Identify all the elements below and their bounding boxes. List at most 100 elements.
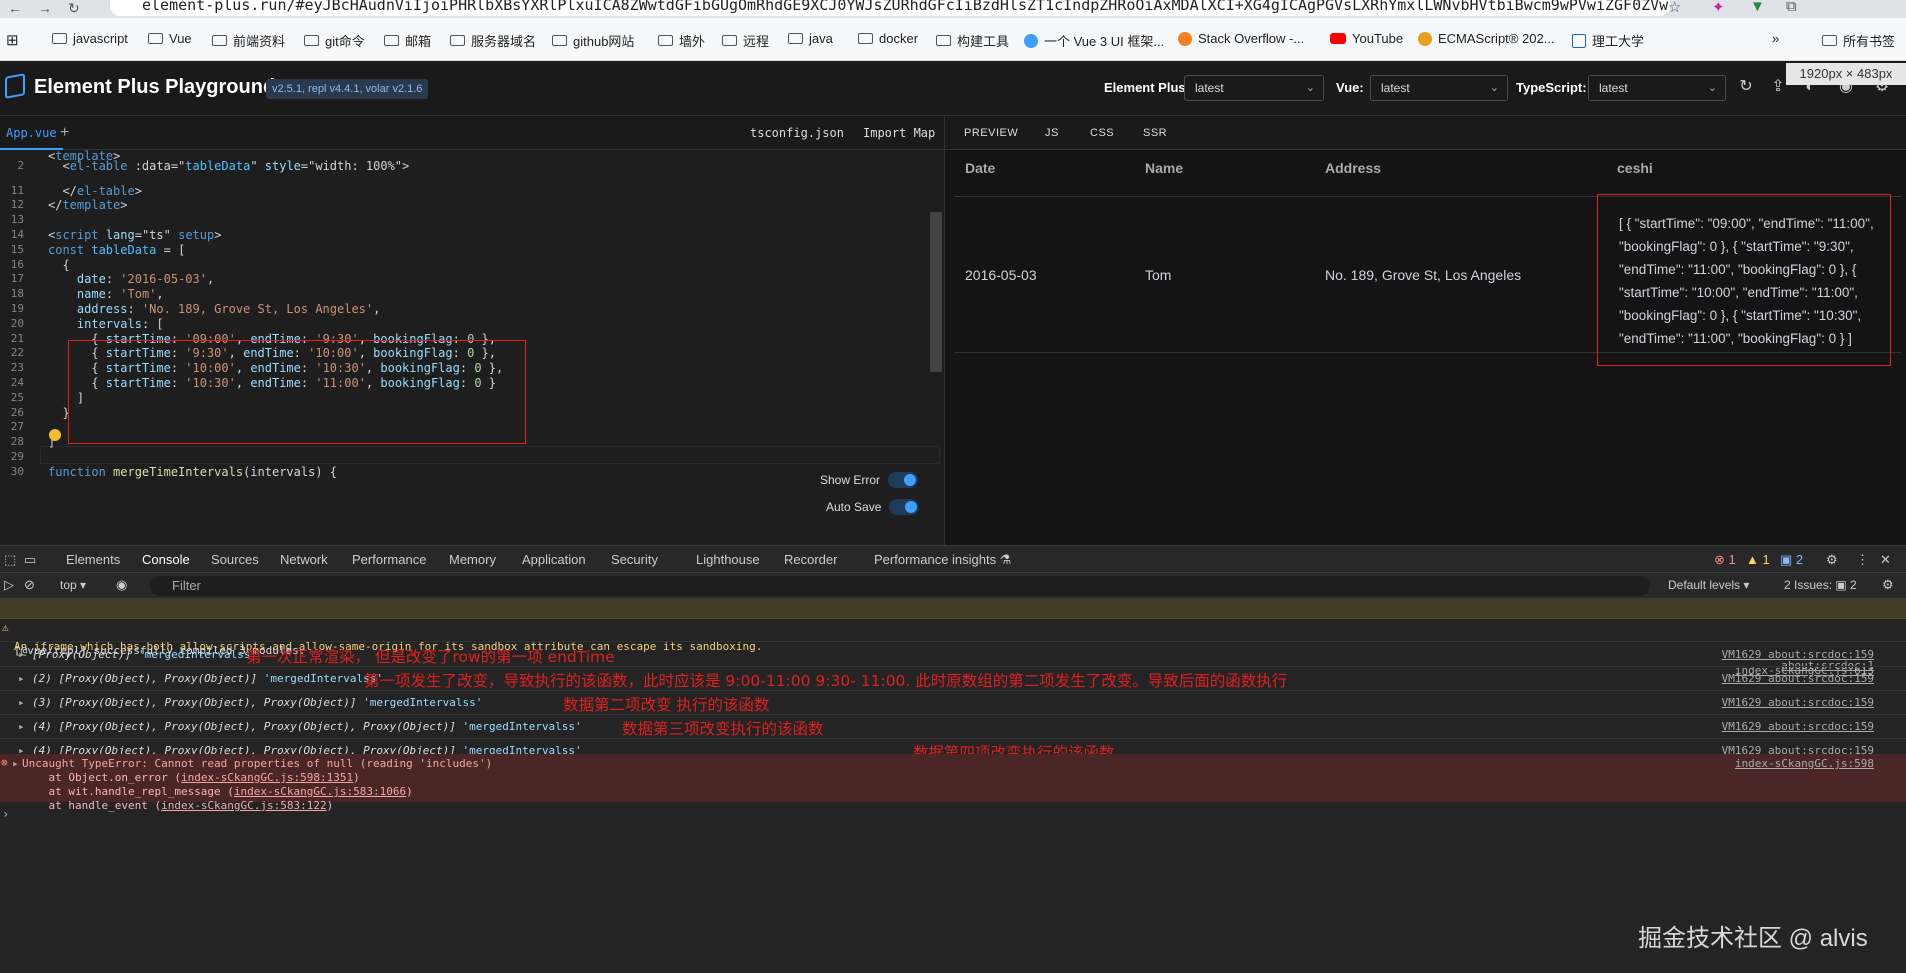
clear-console-icon[interactable]: ⊘	[24, 577, 35, 593]
typescript-version-select[interactable]: latest ⌄	[1588, 75, 1726, 101]
tab-preview[interactable]: PREVIEW	[958, 116, 1025, 152]
expand-arrow-icon[interactable]: ▸	[12, 757, 19, 770]
devtools-tab-memory[interactable]: Memory	[449, 546, 496, 573]
expand-arrow-icon[interactable]: ▸	[18, 643, 25, 667]
annotation-note: 数据第二项改变 执行的该函数	[563, 696, 770, 714]
close-icon[interactable]: ✕	[1880, 552, 1891, 568]
forward-icon[interactable]: →	[38, 0, 52, 16]
bookmark-link[interactable]: ECMAScript® 202...	[1418, 31, 1555, 46]
bookmark-folder[interactable]: javascript	[52, 31, 128, 46]
element-plus-version-select[interactable]: latest ⌄	[1184, 75, 1324, 101]
eye-icon[interactable]: ◉	[116, 577, 127, 593]
vue-version-select[interactable]: latest ⌄	[1370, 75, 1508, 101]
extension-icon[interactable]: ▼	[1750, 0, 1765, 15]
log-object[interactable]: (4) [Proxy(Object), Proxy(Object), Proxy…	[32, 715, 582, 739]
warning-count[interactable]: ▲ 1	[1746, 552, 1770, 567]
sidebar-toggle-icon[interactable]: ▷	[4, 577, 14, 593]
console-output: ⚠ An iframe which has both allow-scripts…	[0, 599, 1906, 973]
expand-arrow-icon[interactable]: ▸	[18, 667, 25, 691]
settings-icon[interactable]: ⚙	[1826, 552, 1838, 568]
bookmark-folder[interactable]: java	[788, 31, 833, 46]
devtools-tab-sources[interactable]: Sources	[211, 546, 259, 573]
devtools-tab-console[interactable]: Console	[142, 546, 190, 575]
share-icon[interactable]: ⇪	[1768, 77, 1788, 97]
code-line: 30 function mergeTimeIntervals(intervals)…	[0, 463, 930, 481]
reload-icon[interactable]: ↻	[68, 0, 80, 17]
context-select[interactable]: top ▾	[60, 578, 86, 592]
apps-icon[interactable]: ⊞	[6, 31, 19, 49]
all-bookmarks[interactable]: 所有书签	[1822, 31, 1895, 50]
editor-scrollbar[interactable]	[930, 212, 942, 372]
console-prompt-icon[interactable]: ›	[2, 807, 9, 821]
bookmark-link[interactable]: 理工大学	[1572, 31, 1644, 50]
settings-icon[interactable]: ⚙	[1882, 577, 1894, 593]
column-header-ceshi[interactable]: ceshi	[1617, 160, 1653, 176]
extensions-icon[interactable]: ⧉	[1786, 0, 1797, 15]
devtools-tab-recorder[interactable]: Recorder	[784, 546, 837, 573]
chevron-right-icon[interactable]: »	[1772, 31, 1779, 46]
log-object[interactable]: (2) [Proxy(Object), Proxy(Object)] 'merg…	[32, 667, 383, 691]
code-editor[interactable]: <template> 2 <el-table :data="tableData" …	[0, 150, 944, 545]
log-levels-select[interactable]: Default levels ▾	[1668, 578, 1749, 592]
inspect-icon[interactable]: ⬚	[4, 552, 16, 568]
issues-button[interactable]: 2 Issues: ▣ 2	[1784, 578, 1857, 592]
element-plus-icon	[1024, 33, 1038, 48]
auto-save-toggle[interactable]: Auto Save	[826, 499, 920, 515]
toggle-switch[interactable]	[889, 499, 920, 515]
stack-link[interactable]: index-sCkangGC.js:598:1351	[181, 771, 353, 784]
show-error-toggle[interactable]: Show Error	[820, 472, 919, 488]
devtools-tab-elements[interactable]: Elements	[66, 546, 120, 573]
stack-link[interactable]: index-sCkangGC.js:583:122	[161, 799, 327, 812]
resolution-badge: 1920px × 483px	[1786, 63, 1906, 85]
reload-icon[interactable]: ↻	[1736, 77, 1756, 97]
devtools-tab-performance[interactable]: Performance	[352, 546, 426, 573]
stack-link[interactable]: index-sCkangGC.js:583:1066	[234, 785, 406, 798]
log-object[interactable]: (3) [Proxy(Object), Proxy(Object), Proxy…	[32, 691, 482, 715]
bookmark-folder[interactable]: 服务器域名	[450, 31, 536, 50]
bookmark-folder[interactable]: 邮箱	[384, 31, 431, 50]
bookmark-link[interactable]: Stack Overflow -...	[1178, 31, 1304, 46]
tab-import-map[interactable]: Import Map	[863, 116, 935, 150]
info-count[interactable]: ▣ 2	[1780, 552, 1803, 568]
folder-icon	[658, 35, 673, 46]
error-count[interactable]: ⊗ 1	[1714, 552, 1736, 568]
bookmark-folder[interactable]: Vue	[148, 31, 192, 46]
device-toggle-icon[interactable]: ▭	[24, 552, 36, 568]
lightbulb-icon[interactable]	[49, 429, 61, 441]
bookmark-folder[interactable]: docker	[858, 31, 918, 46]
bookmark-folder[interactable]: github网站	[552, 31, 634, 50]
address-input[interactable]: element-plus.run/#eyJBcHAudnViIjoiPHRlbX…	[110, 0, 1670, 16]
bookmark-folder[interactable]: 前端资料	[212, 31, 285, 50]
devtools-tab-network[interactable]: Network	[280, 546, 328, 573]
console-filter-input[interactable]: Filter	[150, 576, 1650, 596]
back-icon[interactable]: ←	[8, 0, 22, 16]
expand-arrow-icon[interactable]: ▸	[18, 715, 25, 739]
bookmark-folder[interactable]: 远程	[722, 31, 769, 50]
log-object[interactable]: [Proxy(Object)] 'mergedIntervalss'	[32, 643, 257, 667]
tab-js[interactable]: JS	[1045, 116, 1059, 150]
bookmark-link[interactable]: YouTube	[1330, 31, 1403, 46]
devtools-tab-application[interactable]: Application	[522, 546, 586, 573]
devtools-tab-lighthouse[interactable]: Lighthouse	[696, 546, 760, 573]
tab-ssr[interactable]: SSR	[1143, 116, 1167, 150]
bookmark-folder[interactable]: 墙外	[658, 31, 705, 50]
expand-arrow-icon[interactable]: ▸	[18, 691, 25, 715]
table-divider	[955, 196, 1901, 197]
tab-css[interactable]: CSS	[1090, 116, 1114, 150]
toggle-switch[interactable]	[888, 472, 919, 488]
tab-tsconfig[interactable]: tsconfig.json	[750, 116, 844, 150]
more-options-icon[interactable]: ⋮	[1856, 552, 1869, 568]
devtools-tab-performance-insights[interactable]: Performance insights ⚗	[874, 546, 1011, 573]
add-file-button[interactable]: +	[60, 116, 69, 150]
cell-name: Tom	[1145, 267, 1172, 283]
star-icon[interactable]: ☆	[1668, 0, 1681, 16]
devtools-tab-security[interactable]: Security	[611, 546, 658, 573]
tab-app-vue[interactable]: App.vue	[0, 116, 63, 150]
bookmark-folder[interactable]: 构建工具	[936, 31, 1009, 50]
column-header-name[interactable]: Name	[1145, 160, 1183, 176]
column-header-date[interactable]: Date	[965, 160, 995, 176]
extension-icon[interactable]: ✦	[1712, 0, 1725, 16]
bookmark-link[interactable]: 一个 Vue 3 UI 框架...	[1024, 31, 1164, 50]
column-header-address[interactable]: Address	[1325, 160, 1381, 176]
bookmark-folder[interactable]: git命令	[304, 31, 365, 50]
